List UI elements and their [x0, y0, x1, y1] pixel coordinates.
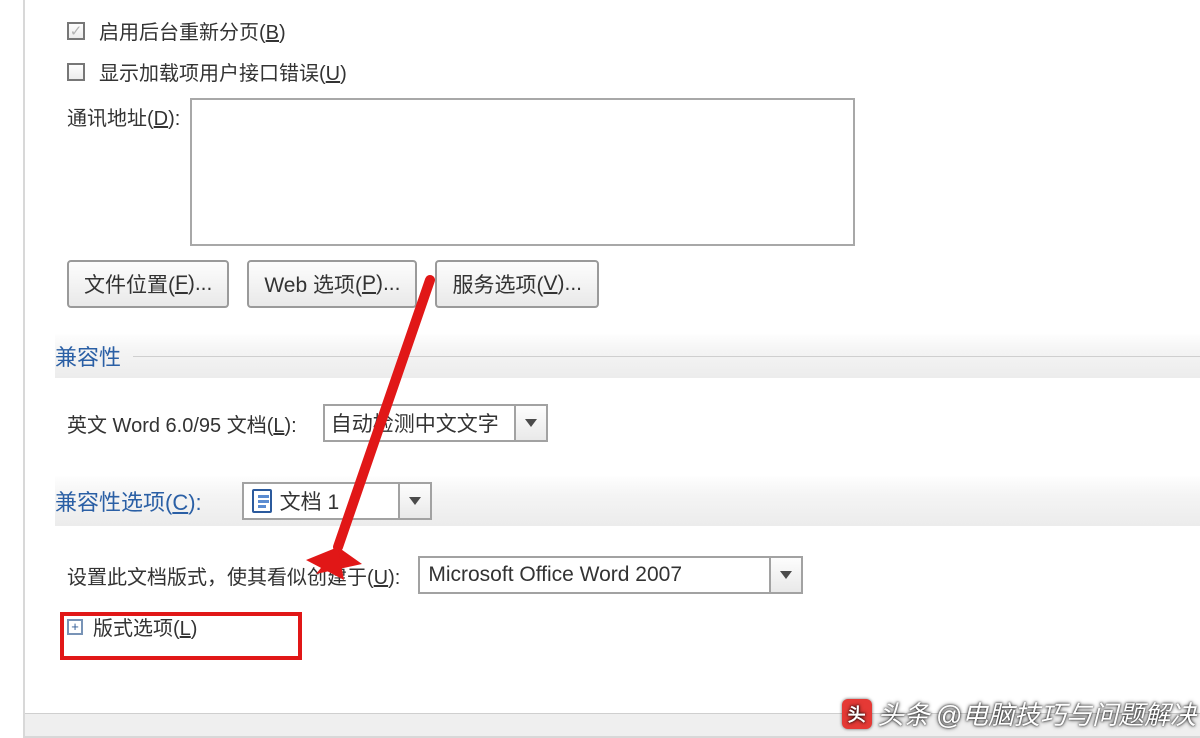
section-compat-options: 兼容性选项(C): 文档 1 [55, 476, 1200, 526]
section-title: 兼容性 [55, 340, 121, 372]
text: )... [558, 272, 583, 296]
text: 英文 Word 6.0/95 文档( [67, 415, 273, 437]
watermark-logo-icon: 头 [842, 699, 872, 729]
row-mailing-address: 通讯地址(D): [67, 98, 1200, 246]
accel-key: B [266, 22, 279, 44]
mailing-address-input[interactable] [190, 98, 855, 246]
accel-key: U [326, 63, 340, 85]
word6095-dropdown[interactable]: 自动检测中文文字 [323, 404, 548, 442]
text: Web 选项( [264, 269, 362, 299]
watermark-text: @电脑技巧与问题解决 [936, 695, 1196, 732]
accel-key: U [374, 567, 388, 589]
label-show-addin-errors: 显示加载项用户接口错误(U) [99, 57, 347, 86]
accel-key: C [172, 490, 188, 515]
text: 启用后台重新分页( [99, 22, 266, 44]
text: ): [168, 108, 180, 130]
set-format-dropdown[interactable]: Microsoft Office Word 2007 [418, 556, 803, 594]
text: ): [284, 415, 296, 437]
text: 通讯地址( [67, 108, 154, 130]
text: ): [388, 567, 400, 589]
row-show-addin-errors: 显示加载项用户接口错误(U) [67, 57, 1200, 86]
button-bar: 文件位置(F)... Web 选项(P)... 服务选项(V)... [67, 260, 1200, 308]
accel-key: F [175, 272, 188, 296]
text: 文件位置( [84, 269, 175, 299]
service-options-button[interactable]: 服务选项(V)... [435, 260, 599, 308]
watermark-prefix: 头条 [878, 695, 930, 732]
chevron-down-icon [398, 484, 430, 518]
row-enable-bg-repagination: ✓ 启用后台重新分页(B) [67, 16, 1200, 45]
file-locations-button[interactable]: 文件位置(F)... [67, 260, 229, 308]
text: 文档 1 [280, 486, 340, 516]
accel-key: D [154, 108, 168, 130]
annotation-highlight-box [60, 612, 302, 660]
checkbox-show-addin-errors[interactable] [67, 63, 85, 81]
checkbox-enable-bg-repagination[interactable]: ✓ [67, 22, 85, 40]
section-compatibility: 兼容性 [55, 334, 1200, 378]
row-set-format: 设置此文档版式，使其看似创建于(U): Microsoft Office Wor… [67, 556, 1200, 594]
text: 服务选项( [452, 269, 543, 299]
dropdown-text: Microsoft Office Word 2007 [420, 563, 769, 587]
chevron-down-icon [769, 558, 801, 592]
label-mailing-address: 通讯地址(D): [67, 98, 180, 131]
text: 兼容性选项( [55, 490, 172, 515]
text: 显示加载项用户接口错误( [99, 63, 326, 85]
label-enable-bg-repagination: 启用后台重新分页(B) [99, 16, 286, 45]
section-title: 兼容性选项(C): [55, 485, 202, 517]
web-options-button[interactable]: Web 选项(P)... [247, 260, 417, 308]
text: ) [279, 22, 286, 44]
dropdown-text: 文档 1 [244, 486, 398, 516]
dropdown-text: 自动检测中文文字 [325, 408, 514, 438]
text: ) [340, 63, 347, 85]
label-set-format: 设置此文档版式，使其看似创建于(U): [67, 561, 400, 590]
compat-doc-dropdown[interactable]: 文档 1 [242, 482, 432, 520]
accel-key: L [273, 415, 284, 437]
text: )... [188, 272, 213, 296]
accel-key: V [543, 272, 557, 296]
label-word6095: 英文 Word 6.0/95 文档(L): [67, 409, 297, 438]
text: ): [188, 490, 201, 515]
watermark: 头 头条 @电脑技巧与问题解决 [842, 695, 1196, 732]
text: )... [376, 272, 401, 296]
chevron-down-icon [514, 406, 546, 440]
text: 设置此文档版式，使其看似创建于( [67, 567, 374, 589]
document-icon [252, 489, 272, 513]
accel-key: P [362, 272, 376, 296]
row-word6095: 英文 Word 6.0/95 文档(L): 自动检测中文文字 [67, 404, 1200, 442]
